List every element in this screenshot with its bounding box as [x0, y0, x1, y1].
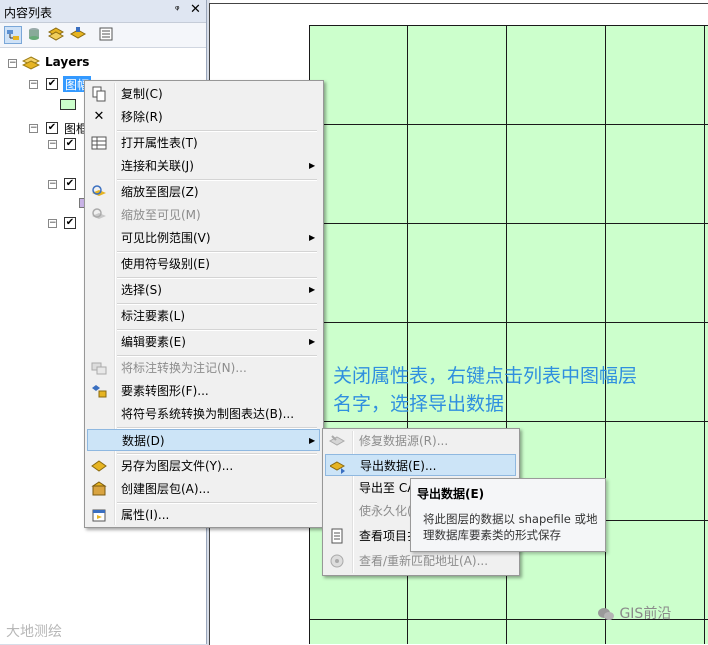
layers-frame-icon — [21, 55, 41, 71]
menu-remove[interactable]: ✕ 移除(R) — [87, 106, 320, 128]
menu-copy[interactable]: 复制(C) — [87, 83, 320, 105]
save-layer-icon — [91, 458, 107, 474]
menu-joins-relates[interactable]: 连接和关联(J) ▶ — [87, 155, 320, 177]
submenu-repair-data-source-label: 修复数据源(R)... — [359, 434, 449, 448]
menu-data[interactable]: 数据(D) ▶ — [87, 429, 320, 451]
menu-zoom-to-visible[interactable]: 缩放至可见(M) — [87, 204, 320, 226]
menu-convert-labels-label: 将标注转换为注记(N)... — [121, 361, 247, 375]
menu-open-attribute-table[interactable]: 打开属性表(T) — [87, 132, 320, 154]
submenu-arrow-icon: ▶ — [309, 436, 316, 445]
sublayer-c-checkbox[interactable]: ✔ — [64, 217, 76, 229]
menu-zoom-to-layer-label: 缩放至图层(Z) — [121, 185, 199, 199]
submenu-arrow-icon: ▶ — [309, 233, 316, 242]
export-data-icon — [328, 458, 346, 474]
view-item-icon — [329, 528, 345, 544]
layer-package-icon — [91, 481, 107, 497]
menu-edit-features-label: 编辑要素(E) — [121, 335, 186, 349]
menu-properties-label: 属性(I)... — [121, 508, 170, 522]
tooltip-title: 导出数据(E) — [417, 487, 485, 501]
menu-zoom-to-visible-label: 缩放至可见(M) — [121, 208, 201, 222]
menu-zoom-to-layer[interactable]: 缩放至图层(Z) — [87, 181, 320, 203]
menu-save-as-layer-file[interactable]: 另存为图层文件(Y)... — [87, 455, 320, 477]
submenu-export-data[interactable]: 导出数据(E)... — [325, 454, 516, 476]
menu-selection[interactable]: 选择(S) ▶ — [87, 279, 320, 301]
tooltip-body: 将此图层的数据以 shapefile 或地理数据库要素类的形式保存 — [423, 512, 598, 542]
export-data-tooltip: 导出数据(E) 将此图层的数据以 shapefile 或地理数据库要素类的形式保… — [410, 478, 606, 552]
rematch-addresses-icon — [329, 553, 345, 569]
sublayer-a-checkbox[interactable]: ✔ — [64, 138, 76, 150]
menu-remove-label: 移除(R) — [121, 110, 163, 124]
sublayer-b-checkbox[interactable]: ✔ — [64, 178, 76, 190]
menu-data-label: 数据(D) — [122, 434, 165, 448]
menu-use-symbol-levels-label: 使用符号级别(E) — [121, 257, 210, 271]
table-icon — [91, 135, 107, 151]
layer2-collapse-toggle[interactable]: − — [29, 124, 38, 133]
layers-collapse-toggle[interactable]: − — [8, 59, 17, 68]
submenu-arrow-icon: ▶ — [309, 285, 316, 294]
remove-icon: ✕ — [93, 109, 105, 124]
menu-save-as-layer-file-label: 另存为图层文件(Y)... — [121, 459, 234, 473]
list-by-drawing-order-icon[interactable] — [4, 26, 22, 44]
menu-features-to-graphics[interactable]: 要素转图形(F)... — [87, 380, 320, 402]
instruction-annotation: 关闭属性表，右键点击列表中图幅层 名字，选择导出数据 — [333, 362, 693, 418]
layer-context-menu: 复制(C) ✕ 移除(R) 打开属性表(T) 连接和关联(J) ▶ 缩放至图层(… — [84, 80, 324, 528]
list-by-visibility-icon[interactable] — [47, 26, 66, 44]
zoom-visible-icon — [91, 207, 107, 223]
menu-features-to-graphics-label: 要素转图形(F)... — [121, 384, 209, 398]
sublayer-c-toggle[interactable]: − — [48, 219, 57, 228]
wechat-icon — [597, 607, 615, 621]
menu-visible-scale-range[interactable]: 可见比例范围(V) ▶ — [87, 227, 320, 249]
menu-label-features-label: 标注要素(L) — [121, 309, 186, 323]
convert-labels-icon — [91, 360, 107, 376]
menu-open-attribute-table-label: 打开属性表(T) — [121, 136, 198, 150]
repair-data-source-icon — [328, 433, 346, 449]
submenu-review-rematch-addresses[interactable]: 查看/重新匹配地址(A)... — [325, 550, 516, 572]
toc-title: 内容列表 — [4, 6, 53, 20]
layer1-visibility-checkbox[interactable]: ✔ — [46, 78, 58, 90]
submenu-export-to-cad-label: 导出至 CA — [359, 481, 416, 495]
properties-icon — [91, 507, 107, 523]
submenu-export-data-label: 导出数据(E)... — [360, 459, 437, 473]
menu-create-layer-package[interactable]: 创建图层包(A)... — [87, 478, 320, 500]
zoom-layer-icon — [91, 184, 107, 200]
list-by-selection-icon[interactable] — [69, 26, 88, 44]
menu-copy-label: 复制(C) — [121, 87, 163, 101]
close-icon[interactable]: ✕ — [190, 2, 201, 17]
menu-edit-features[interactable]: 编辑要素(E) ▶ — [87, 331, 320, 353]
submenu-review-rematch-addresses-label: 查看/重新匹配地址(A)... — [359, 554, 489, 568]
layer1-symbol-swatch[interactable] — [60, 99, 76, 110]
sublayer-b-toggle[interactable]: − — [48, 180, 57, 189]
menu-selection-label: 选择(S) — [121, 283, 162, 297]
menu-create-layer-package-label: 创建图层包(A)... — [121, 482, 211, 496]
menu-joins-relates-label: 连接和关联(J) — [121, 159, 194, 173]
layer2-visibility-checkbox[interactable]: ✔ — [46, 122, 58, 134]
submenu-arrow-icon: ▶ — [309, 161, 316, 170]
menu-convert-symbology-label: 将符号系统转换为制图表达(B)... — [121, 407, 295, 421]
submenu-arrow-icon: ▶ — [309, 337, 316, 346]
list-by-source-icon[interactable] — [26, 26, 44, 44]
menu-use-symbol-levels[interactable]: 使用符号级别(E) — [87, 253, 320, 275]
annotation-line-2: 名字，选择导出数据 — [333, 393, 505, 415]
submenu-make-permanent-label: 使永久化( — [359, 504, 412, 518]
submenu-repair-data-source[interactable]: 修复数据源(R)... — [325, 430, 516, 452]
menu-convert-labels-to-annotation[interactable]: 将标注转换为注记(N)... — [87, 357, 320, 379]
toc-toolbar — [0, 23, 206, 48]
menu-visible-scale-range-label: 可见比例范围(V) — [121, 231, 211, 245]
watermark-right: GIS前沿 — [597, 603, 671, 623]
features-to-graphics-icon — [91, 383, 107, 399]
menu-convert-symbology[interactable]: 将符号系统转换为制图表达(B)... — [87, 403, 320, 425]
menu-label-features[interactable]: 标注要素(L) — [87, 305, 320, 327]
watermark-left: 大地测绘 — [6, 624, 62, 640]
copy-icon — [91, 86, 107, 102]
menu-properties[interactable]: 属性(I)... — [87, 504, 320, 526]
layers-label[interactable]: Layers — [45, 55, 89, 69]
annotation-line-1: 关闭属性表，右键点击列表中图幅层 — [333, 365, 638, 387]
sublayer-a-toggle[interactable]: − — [48, 140, 57, 149]
toc-title-bar: 内容列表 ᵠ ✕ — [0, 0, 206, 23]
layer1-collapse-toggle[interactable]: − — [29, 80, 38, 89]
pin-icon[interactable]: ᵠ — [175, 3, 180, 16]
options-icon[interactable] — [98, 26, 116, 44]
watermark-right-text: GIS前沿 — [619, 606, 672, 622]
